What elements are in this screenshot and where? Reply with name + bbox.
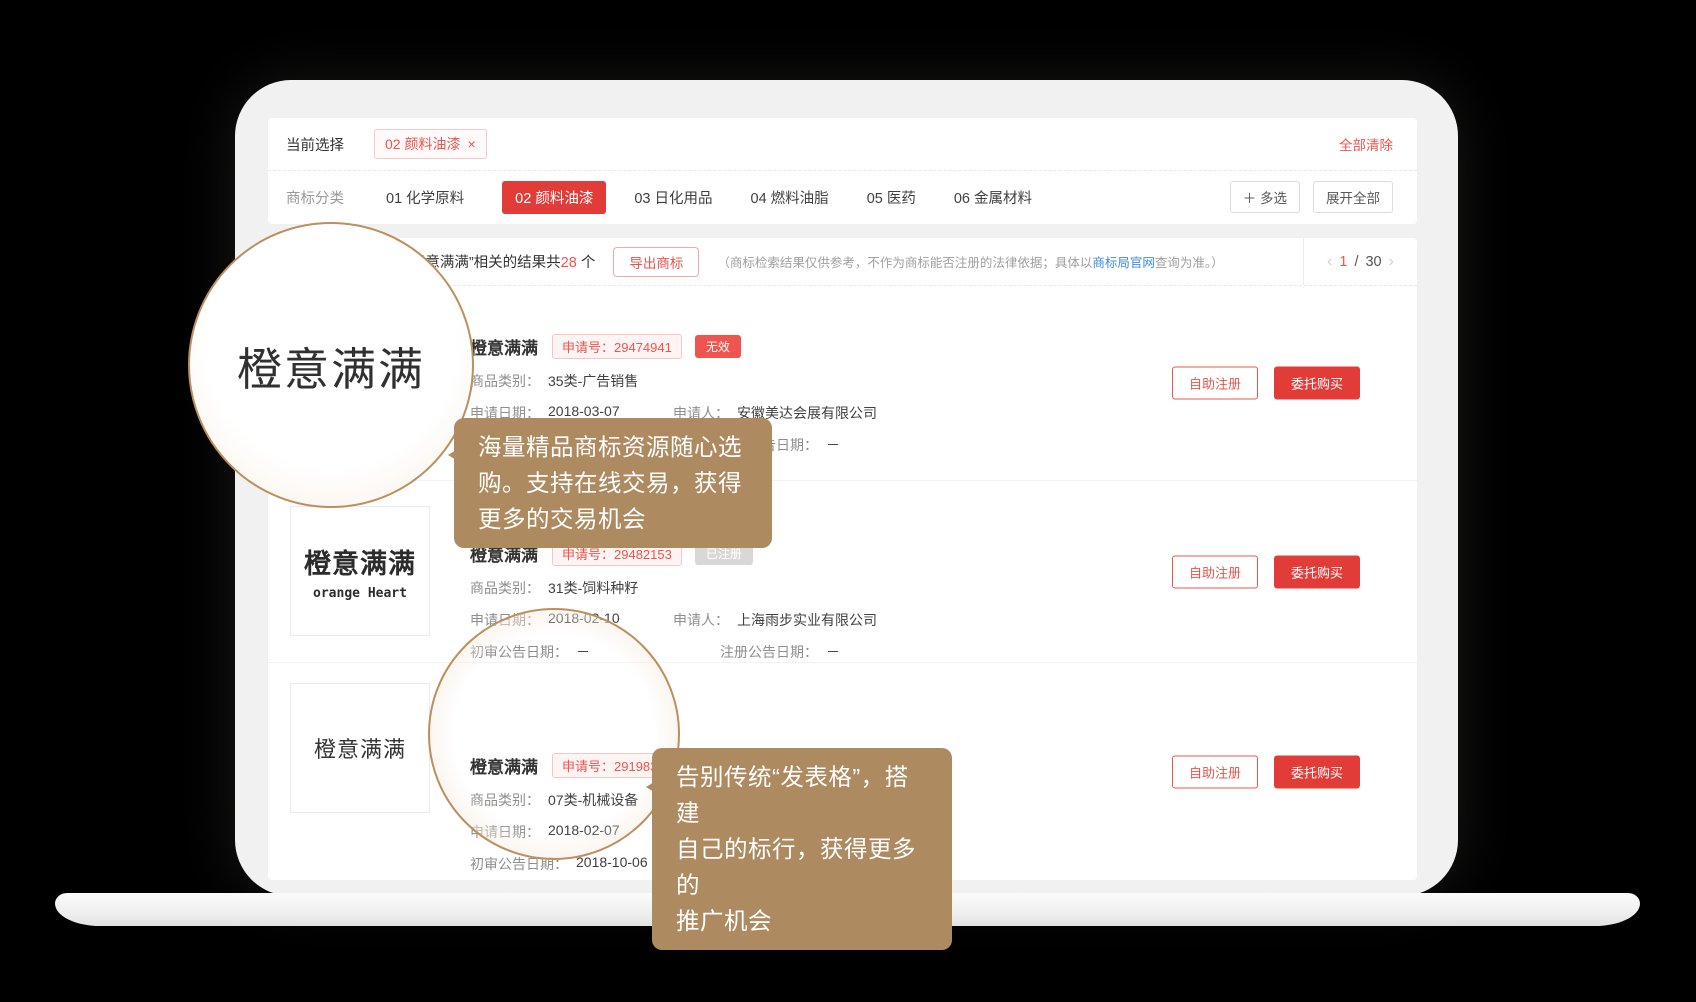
- category-04[interactable]: 04 燃料油脂: [751, 187, 829, 208]
- trademark-title-line: 橙意满满 申请号：29474941 无效: [470, 334, 923, 359]
- tooltip-line: 更多的交易机会: [478, 501, 748, 537]
- entrust-purchase-button[interactable]: 委托购买: [1274, 555, 1360, 588]
- self-register-button[interactable]: 自助注册: [1172, 367, 1258, 400]
- pagination-total-pages: 30: [1365, 254, 1381, 270]
- applicant-label: 申请人：: [673, 610, 729, 630]
- trademark-name[interactable]: 橙意满满: [470, 334, 538, 359]
- row-actions: 自助注册 委托购买: [1172, 367, 1360, 400]
- results-summary-suffix: 个: [577, 255, 596, 271]
- page-background: 当前选择 02 颜料油漆 × 全部清除 商标分类 01 化学原料 02 颜料油漆…: [0, 0, 1696, 1002]
- results-count: 28: [561, 255, 577, 271]
- category-row-label: 商标分类: [286, 187, 344, 208]
- category-01[interactable]: 01 化学原料: [386, 187, 464, 208]
- category-value: 31类-饲料种籽: [548, 578, 638, 598]
- row-actions: 自助注册 委托购买: [1172, 755, 1360, 788]
- category-05[interactable]: 05 医药: [867, 187, 916, 208]
- selected-filter-chip-label: 02 颜料油漆: [385, 134, 460, 154]
- close-icon[interactable]: ×: [467, 136, 475, 152]
- clear-all-link[interactable]: 全部清除: [1339, 134, 1393, 154]
- reg-publication-label: 注册公告日期：: [720, 642, 818, 662]
- category-line: 商品类别： 31类-饲料种籽: [470, 578, 923, 598]
- category-line: 商品类别： 35类-广告销售: [470, 371, 923, 391]
- first-publication-value: 2018-10-06: [576, 854, 648, 874]
- reg-publication-value: －: [826, 435, 840, 455]
- reg-publication-col: 注册公告日期： －: [720, 642, 885, 662]
- application-number-value: 29474941: [614, 340, 672, 355]
- applicant-col: 申请人： 上海雨步实业有限公司: [673, 610, 877, 630]
- chevron-right-icon[interactable]: ›: [1389, 253, 1394, 271]
- disclaimer-suffix: 查询为准。）: [1155, 256, 1224, 270]
- tooltip-line: 自己的标行，获得更多的: [676, 831, 928, 903]
- category-02-active[interactable]: 02 颜料油漆: [502, 181, 606, 214]
- tooltip-line: 海量精品商标资源随心选: [478, 429, 748, 465]
- application-number-label: 申请号：: [562, 340, 614, 355]
- entrust-purchase-button[interactable]: 委托购买: [1274, 755, 1360, 788]
- pagination-current-page: 1: [1339, 254, 1347, 270]
- magnifier-circle: 橙意满满: [188, 222, 474, 508]
- selected-filter-chip[interactable]: 02 颜料油漆 ×: [374, 129, 487, 159]
- reg-publication-value: －: [826, 642, 840, 662]
- trademark-image-tile: 橙意满满 orange Heart: [290, 506, 430, 636]
- expand-all-button[interactable]: 展开全部: [1313, 181, 1393, 213]
- category-03[interactable]: 03 日化用品: [634, 187, 712, 208]
- trademark-image-tile: 橙意满满: [290, 683, 430, 813]
- tooltip-line: 告别传统“发表格”，搭建: [676, 759, 928, 831]
- disclaimer-prefix: （商标检索结果仅供参考，不作为商标能否注册的法律依据；具体以: [717, 256, 1092, 270]
- table-row: 橙意满满 orange Heart 橙意满满 申请号：29482153 已注册 …: [268, 480, 1417, 662]
- pagination: ‹ 1 / 30 ›: [1303, 238, 1417, 285]
- tooltip-line: 推广机会: [676, 903, 928, 939]
- application-number-label: 申请号：: [562, 547, 614, 562]
- category-label: 商品类别：: [470, 371, 540, 391]
- pagination-separator: /: [1354, 254, 1358, 270]
- applicant-value: 上海雨步实业有限公司: [737, 610, 877, 630]
- self-register-button[interactable]: 自助注册: [1172, 755, 1258, 788]
- multi-select-button[interactable]: ＋ 多选: [1230, 181, 1300, 213]
- results-disclaimer: （商标检索结果仅供参考，不作为商标能否注册的法律依据；具体以商标局官网查询为准。…: [717, 252, 1303, 271]
- entrust-purchase-button[interactable]: 委托购买: [1274, 367, 1360, 400]
- tooltip-line: 购。支持在线交易，获得: [478, 465, 748, 501]
- category-value: 35类-广告销售: [548, 371, 638, 391]
- current-selection-row: 当前选择 02 颜料油漆 × 全部清除: [268, 118, 1417, 170]
- trademark-tile-text: 橙意满满: [314, 732, 406, 764]
- trademark-tile-text: 橙意满满: [304, 542, 416, 581]
- status-badge: 无效: [695, 335, 741, 358]
- application-number-tag: 申请号：29474941: [552, 334, 682, 359]
- row-actions: 自助注册 委托购买: [1172, 555, 1360, 588]
- export-trademark-button[interactable]: 导出商标: [613, 247, 699, 277]
- category-row: 商标分类 01 化学原料 02 颜料油漆 03 日化用品 04 燃料油脂 05 …: [268, 171, 1417, 223]
- self-register-button[interactable]: 自助注册: [1172, 555, 1258, 588]
- category-label: 商品类别：: [470, 578, 540, 598]
- tooltip-marketplace: 海量精品商标资源随心选 购。支持在线交易，获得 更多的交易机会: [454, 418, 772, 548]
- category-06[interactable]: 06 金属材料: [954, 187, 1032, 208]
- trademark-office-link[interactable]: 商标局官网: [1092, 256, 1155, 270]
- tooltip-promotion: 告别传统“发表格”，搭建 自己的标行，获得更多的 推广机会: [652, 748, 952, 950]
- current-selection-label: 当前选择: [286, 134, 344, 155]
- chevron-left-icon[interactable]: ‹: [1327, 253, 1332, 271]
- application-number-value: 29482153: [614, 547, 672, 562]
- magnifier-circle-outline: [428, 608, 680, 860]
- magnified-trademark-text: 橙意满满: [237, 333, 425, 398]
- filter-panel: 当前选择 02 颜料油漆 × 全部清除 商标分类 01 化学原料 02 颜料油漆…: [268, 118, 1417, 224]
- trademark-tile-subtext: orange Heart: [313, 586, 407, 601]
